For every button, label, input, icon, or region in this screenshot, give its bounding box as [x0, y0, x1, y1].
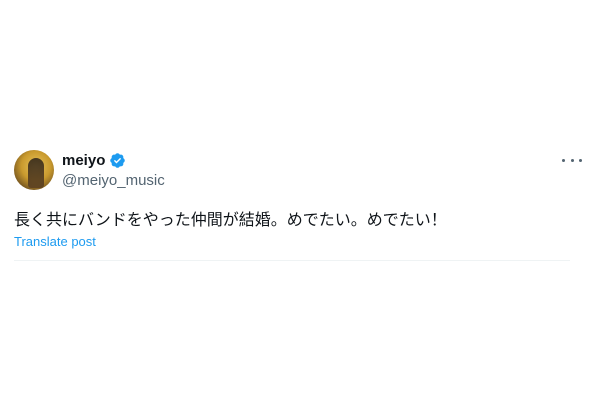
author-handle[interactable]: @meiyo_music	[62, 172, 165, 189]
more-dot	[562, 158, 565, 162]
avatar[interactable]	[14, 150, 54, 190]
post-divider	[14, 260, 570, 261]
more-dot	[579, 158, 582, 162]
author-display-name[interactable]: meiyo	[62, 152, 105, 169]
author-name-row: meiyo	[62, 152, 126, 169]
post-card[interactable]: meiyo @meiyo_music 長く共にバンドをやった仲間が結婚。めでたい…	[12, 146, 588, 260]
more-options-icon[interactable]	[562, 152, 582, 168]
verified-badge-icon	[110, 153, 126, 168]
more-dot	[570, 158, 574, 162]
translate-post-link[interactable]: Translate post	[14, 234, 96, 249]
avatar-figure	[28, 158, 44, 188]
post-text: 長く共にバンドをやった仲間が結婚。めでたい。めでたい！	[14, 210, 447, 229]
